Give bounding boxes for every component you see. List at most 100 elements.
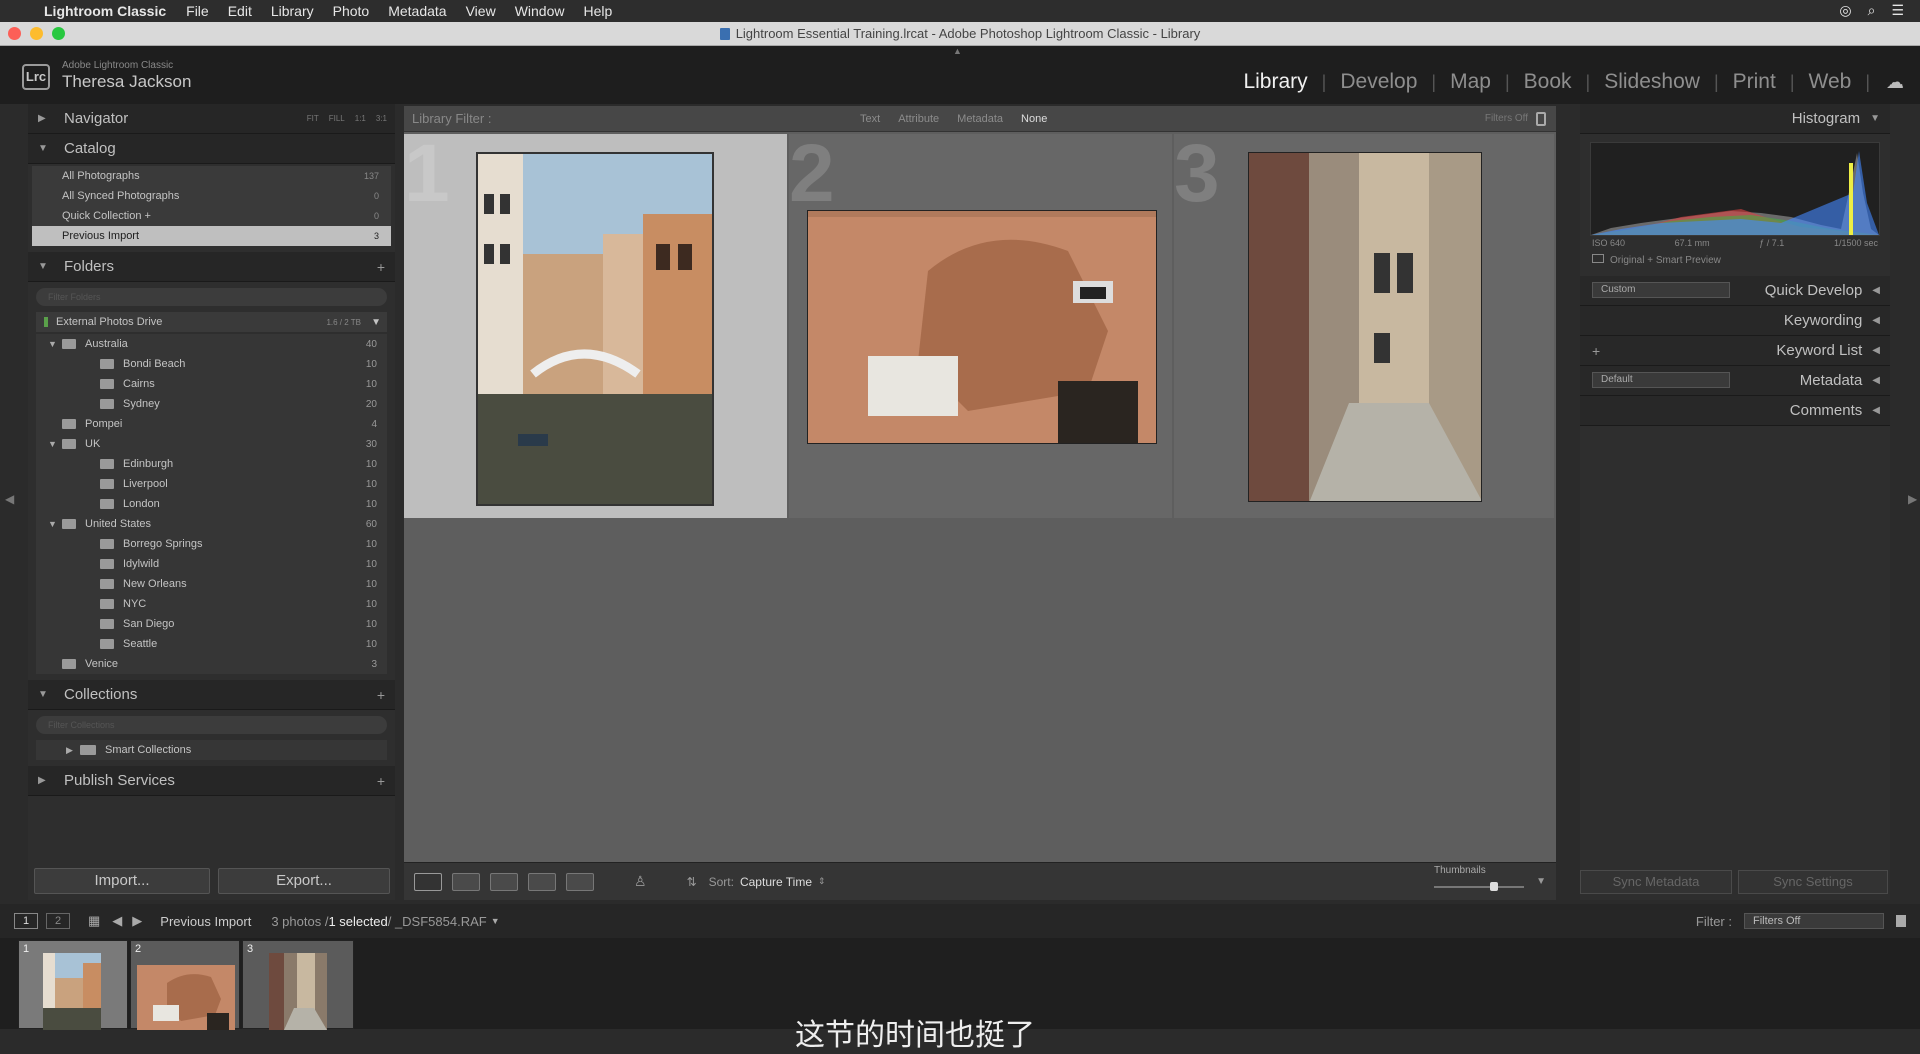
- folder-item[interactable]: NYC 10: [36, 594, 387, 614]
- filmstrip-filter-dropdown[interactable]: Filters Off: [1744, 913, 1884, 929]
- people-view-button[interactable]: [566, 872, 594, 891]
- catalog-item-all-synced[interactable]: All Synced Photographs 0: [32, 186, 391, 206]
- export-button[interactable]: Export...: [218, 868, 390, 894]
- folder-item[interactable]: Edinburgh 10: [36, 454, 387, 474]
- grid-cell[interactable]: 3: [1174, 133, 1554, 518]
- add-keyword-icon[interactable]: +: [1592, 343, 1600, 359]
- zoom-fill[interactable]: FILL: [329, 114, 345, 123]
- forward-arrow-icon[interactable]: ▶: [132, 913, 142, 929]
- catalog-item-quick-collection[interactable]: Quick Collection + 0: [32, 206, 391, 226]
- import-button[interactable]: Import...: [34, 868, 210, 894]
- module-map[interactable]: Map: [1436, 70, 1505, 94]
- close-window-button[interactable]: [8, 27, 21, 40]
- quick-develop-preset-dropdown[interactable]: Custom: [1592, 282, 1730, 298]
- app-menu[interactable]: Lightroom Classic: [44, 3, 166, 19]
- sort-direction-icon[interactable]: ⇅: [687, 875, 697, 889]
- quick-develop-header[interactable]: Custom Quick Develop ◀: [1580, 276, 1890, 306]
- folder-item[interactable]: Borrego Springs 10: [36, 534, 387, 554]
- add-publish-service-icon[interactable]: +: [377, 773, 385, 789]
- grid-icon[interactable]: ▦: [88, 913, 100, 929]
- publish-services-header[interactable]: ▶ Publish Services +: [28, 766, 395, 796]
- collections-header[interactable]: ▼ Collections +: [28, 680, 395, 710]
- menu-window[interactable]: Window: [515, 3, 565, 19]
- filmstrip-thumb[interactable]: 2: [130, 940, 240, 1030]
- toolbar-menu-icon[interactable]: ▼: [1536, 876, 1546, 887]
- grid-cell[interactable]: 2: [789, 133, 1172, 518]
- loupe-view-button[interactable]: [452, 872, 480, 891]
- photo-thumbnail-alley[interactable]: [1248, 152, 1482, 502]
- folders-header[interactable]: ▼ Folders +: [28, 252, 395, 282]
- filmstrip-thumb[interactable]: 1: [18, 940, 128, 1030]
- creative-cloud-icon[interactable]: ◎: [1839, 2, 1851, 19]
- folder-item[interactable]: Liverpool 10: [36, 474, 387, 494]
- comments-header[interactable]: Comments ◀: [1580, 396, 1890, 426]
- menu-view[interactable]: View: [466, 3, 496, 19]
- left-panel-toggle-icon[interactable]: ◀: [5, 492, 14, 506]
- catalog-item-previous-import[interactable]: Previous Import 3: [32, 226, 391, 246]
- module-slideshow[interactable]: Slideshow: [1590, 70, 1714, 94]
- folder-item[interactable]: Idylwild 10: [36, 554, 387, 574]
- grid-view-button[interactable]: [414, 872, 442, 891]
- folder-item[interactable]: ▼ UK 30: [36, 434, 387, 454]
- module-develop[interactable]: Develop: [1326, 70, 1431, 94]
- folder-item[interactable]: Seattle 10: [36, 634, 387, 654]
- catalog-item-all-photographs[interactable]: All Photographs 137: [32, 166, 391, 186]
- zoom-window-button[interactable]: [52, 27, 65, 40]
- navigator-header[interactable]: ▶ Navigator FIT FILL 1:1 3:1: [28, 104, 395, 134]
- folder-item[interactable]: ▼ United States 60: [36, 514, 387, 534]
- back-arrow-icon[interactable]: ◀: [112, 913, 122, 929]
- module-print[interactable]: Print: [1719, 70, 1790, 94]
- compare-view-button[interactable]: [490, 872, 518, 891]
- filter-attribute-tab[interactable]: Attribute: [898, 113, 939, 125]
- filter-text-tab[interactable]: Text: [860, 113, 880, 125]
- menu-metadata[interactable]: Metadata: [388, 3, 446, 19]
- metadata-header[interactable]: Default Metadata ◀: [1580, 366, 1890, 396]
- keyword-list-header[interactable]: + Keyword List ◀: [1580, 336, 1890, 366]
- collections-filter-input[interactable]: Filter Collections: [36, 716, 387, 734]
- folder-item[interactable]: San Diego 10: [36, 614, 387, 634]
- file-name[interactable]: / _DSF5854.RAF: [388, 914, 487, 929]
- secondary-window-button[interactable]: 2: [46, 913, 70, 929]
- notification-center-icon[interactable]: ☰: [1891, 2, 1904, 19]
- spotlight-search-icon[interactable]: ⌕: [1868, 2, 1876, 19]
- expand-triangle-icon[interactable]: ▶: [66, 745, 80, 756]
- menu-library[interactable]: Library: [271, 3, 314, 19]
- menu-file[interactable]: File: [186, 3, 209, 19]
- sync-metadata-button[interactable]: Sync Metadata: [1580, 870, 1732, 894]
- grid-cell[interactable]: 1: [404, 133, 787, 518]
- main-window-button[interactable]: 1: [14, 913, 38, 929]
- sort-dropdown[interactable]: Capture Time: [740, 875, 812, 889]
- collection-item-smart-collections[interactable]: ▶ Smart Collections: [36, 740, 387, 760]
- zoom-fit[interactable]: FIT: [307, 114, 319, 123]
- filter-metadata-tab[interactable]: Metadata: [957, 113, 1003, 125]
- filmstrip-thumb[interactable]: 3: [242, 940, 354, 1030]
- filter-presets-dropdown[interactable]: Filters Off: [1485, 113, 1528, 124]
- module-library[interactable]: Library: [1229, 70, 1321, 94]
- add-folder-icon[interactable]: +: [377, 259, 385, 275]
- menu-photo[interactable]: Photo: [333, 3, 370, 19]
- collapse-triangle-icon[interactable]: ▼: [48, 519, 62, 529]
- folder-item[interactable]: ▼ Australia 40: [36, 334, 387, 354]
- thumbnails-slider-handle[interactable]: [1490, 882, 1498, 891]
- menu-help[interactable]: Help: [583, 3, 612, 19]
- volume-external-drive[interactable]: External Photos Drive 1.6 / 2 TB ▼: [36, 312, 387, 332]
- zoom-3-1[interactable]: 3:1: [376, 114, 387, 123]
- keywording-header[interactable]: Keywording ◀: [1580, 306, 1890, 336]
- module-book[interactable]: Book: [1510, 70, 1586, 94]
- module-web[interactable]: Web: [1795, 70, 1866, 94]
- thumbnails-slider[interactable]: [1434, 882, 1524, 891]
- volume-menu-icon[interactable]: ▼: [371, 317, 381, 328]
- survey-view-button[interactable]: [528, 872, 556, 891]
- right-panel-toggle-icon[interactable]: ▶: [1908, 492, 1917, 506]
- filter-none-tab[interactable]: None: [1021, 113, 1047, 125]
- source-label[interactable]: Previous Import: [160, 914, 251, 929]
- histogram-chart[interactable]: [1590, 142, 1880, 236]
- filter-lock-icon[interactable]: [1536, 112, 1546, 126]
- folder-item[interactable]: London 10: [36, 494, 387, 514]
- metadata-preset-dropdown[interactable]: Default: [1592, 372, 1730, 388]
- folders-filter-input[interactable]: Filter Folders: [36, 288, 387, 306]
- menu-edit[interactable]: Edit: [228, 3, 252, 19]
- add-collection-icon[interactable]: +: [377, 687, 385, 703]
- folder-item[interactable]: New Orleans 10: [36, 574, 387, 594]
- photo-thumbnail-brick-wall[interactable]: [807, 210, 1157, 444]
